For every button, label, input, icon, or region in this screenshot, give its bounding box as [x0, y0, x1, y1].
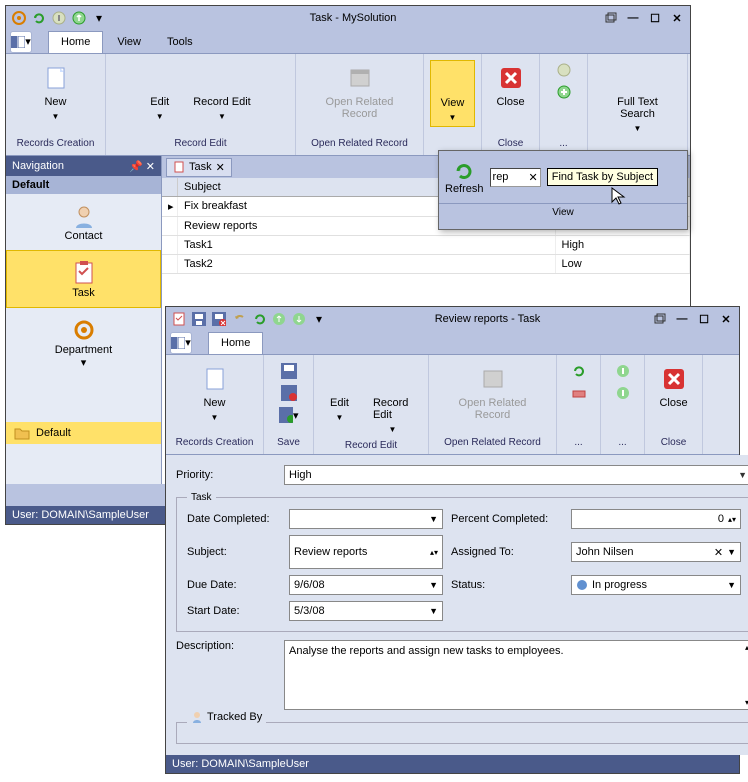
- description-textarea[interactable]: Analyse the reports and assign new tasks…: [284, 640, 748, 710]
- save-close-icon[interactable]: [210, 310, 228, 328]
- percent-completed-input[interactable]: 0▴▾: [571, 509, 741, 529]
- next-icon[interactable]: [70, 9, 88, 27]
- refresh-button[interactable]: Refresh: [445, 159, 484, 195]
- priority-label: Priority:: [176, 469, 276, 481]
- save-close-small-icon[interactable]: [279, 383, 299, 403]
- clear-icon[interactable]: ✕: [529, 171, 538, 184]
- maximize-button[interactable]: ☐: [646, 11, 664, 25]
- start-date-input[interactable]: 5/3/08▼: [289, 601, 443, 621]
- pin-icon[interactable]: 📌 ✕: [129, 160, 155, 173]
- detail-window: ▾ Review reports - Task — ☐ ✕ ▾ Home New…: [165, 306, 740, 774]
- tooltip: Find Task by Subject: [547, 168, 658, 186]
- edit-button[interactable]: Edit▼: [320, 361, 359, 426]
- up-icon[interactable]: [270, 310, 288, 328]
- refresh-small-icon[interactable]: [569, 361, 589, 381]
- minimize-button[interactable]: —: [624, 11, 642, 25]
- erase-icon[interactable]: [569, 383, 589, 403]
- tab-view[interactable]: View: [105, 31, 153, 53]
- tab-home[interactable]: Home: [48, 31, 103, 53]
- task-group-label: Task: [187, 492, 216, 503]
- maximize-button[interactable]: ☐: [695, 312, 713, 326]
- open-related-record-button: Open Related Record: [435, 361, 550, 425]
- tracked-by-group: Tracked By: [187, 711, 266, 723]
- down-icon[interactable]: [290, 310, 308, 328]
- titlebar2[interactable]: ▾ Review reports - Task — ☐ ✕: [166, 307, 739, 331]
- info-icon[interactable]: [554, 60, 574, 80]
- window-title: Task - MySolution: [110, 12, 596, 24]
- status-input[interactable]: In progress▼: [571, 575, 741, 595]
- table-row[interactable]: Task1High: [162, 236, 690, 255]
- new-button[interactable]: New▼: [191, 361, 239, 426]
- new-button[interactable]: New▼: [32, 60, 80, 125]
- window2-title: Review reports - Task: [330, 313, 645, 325]
- due-date-input[interactable]: 9/6/08▼: [289, 575, 443, 595]
- new-label: New: [44, 96, 66, 108]
- dropdown-icon[interactable]: ▾: [90, 9, 108, 27]
- restore-icon[interactable]: [651, 312, 669, 326]
- undo-icon[interactable]: [230, 310, 248, 328]
- group-records-creation: Records Creation: [17, 138, 95, 149]
- cursor-icon: [611, 187, 627, 207]
- record-edit-button[interactable]: Record Edit▼: [363, 361, 422, 438]
- restore-icon[interactable]: [602, 11, 620, 25]
- layout-button[interactable]: ▾: [10, 31, 32, 53]
- nav-item-department[interactable]: Department ▾: [6, 308, 161, 377]
- search-input[interactable]: ✕: [490, 168, 541, 187]
- navigation-pane: Navigation📌 ✕ Default Contact Task Depar…: [6, 156, 162, 484]
- grid-tab-task[interactable]: Task✕: [166, 158, 232, 177]
- navigation-header: Navigation📌 ✕: [6, 156, 161, 176]
- priority-dropdown[interactable]: High▼: [284, 465, 748, 485]
- close-button2[interactable]: Close: [649, 361, 697, 413]
- close-record-button[interactable]: Close: [486, 60, 534, 112]
- prev-small-icon[interactable]: [613, 361, 633, 381]
- ribbon: New▼ Records Creation Edit▼ Record Edit▼…: [6, 54, 690, 156]
- titlebar[interactable]: ▾ Task - MySolution — ☐ ✕: [6, 6, 690, 30]
- save-icon[interactable]: [190, 310, 208, 328]
- nav-item-task[interactable]: Task: [6, 250, 161, 308]
- settings-icon[interactable]: [10, 9, 28, 27]
- tab-home[interactable]: Home: [208, 332, 263, 354]
- view-popup: Refresh ✕ Find Task by Subject View: [438, 150, 688, 230]
- refresh-icon[interactable]: [30, 9, 48, 27]
- close-tab-icon[interactable]: ✕: [216, 161, 225, 174]
- layout-button[interactable]: ▾: [170, 332, 192, 354]
- open-related-record-button: Open Related Record: [302, 60, 417, 124]
- dropdown-icon[interactable]: ▾: [310, 310, 328, 328]
- date-completed-input[interactable]: ▼: [289, 509, 443, 529]
- task-icon: [170, 310, 188, 328]
- assigned-to-input[interactable]: John Nilsen✕▼: [571, 542, 741, 562]
- record-edit-button[interactable]: Record Edit▼: [183, 60, 260, 125]
- refresh-icon[interactable]: [250, 310, 268, 328]
- save-new-small-icon[interactable]: ▾: [279, 405, 299, 425]
- fulltext-search-button[interactable]: Full Text Search▼: [594, 60, 681, 137]
- nav-item-contact[interactable]: Contact: [6, 194, 161, 250]
- tab-tools[interactable]: Tools: [155, 31, 205, 53]
- subject-input[interactable]: Review reports▴▾: [289, 535, 443, 569]
- nav-category[interactable]: Default: [6, 176, 161, 194]
- view-button[interactable]: View▼: [430, 60, 476, 127]
- popup-footer: View: [439, 203, 687, 221]
- close-button[interactable]: ✕: [668, 11, 686, 25]
- table-row[interactable]: Task2Low: [162, 255, 690, 274]
- edit-button[interactable]: Edit▼: [140, 60, 179, 125]
- minimize-button[interactable]: —: [673, 312, 691, 326]
- status-bar2: User: DOMAIN\SampleUser: [166, 755, 739, 773]
- prev-icon[interactable]: [50, 9, 68, 27]
- nav-folder-default[interactable]: Default: [6, 422, 161, 444]
- close-button[interactable]: ✕: [717, 312, 735, 326]
- save-small-icon[interactable]: [279, 361, 299, 381]
- quick-access-bar: ▾ Home View Tools: [6, 30, 690, 54]
- next-small-icon[interactable]: [613, 383, 633, 403]
- add-icon[interactable]: [554, 82, 574, 102]
